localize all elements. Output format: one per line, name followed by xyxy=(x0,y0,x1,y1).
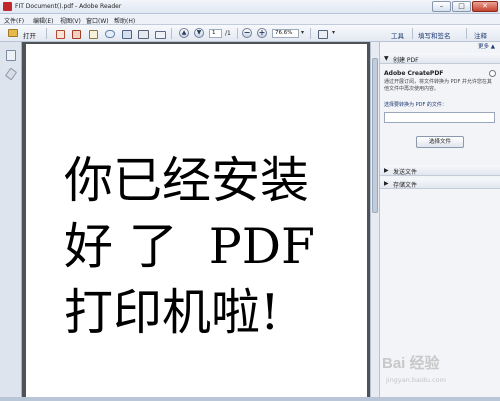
create-pdf-section-header[interactable]: ▼ 创建 PDF xyxy=(380,53,500,64)
toolbar-separator xyxy=(310,28,311,39)
document-line-3: 打印机啦! xyxy=(64,284,280,341)
menu-bar: 文件(F) 编辑(E) 视图(V) 窗口(W) 帮助(H) xyxy=(0,14,500,25)
more-link[interactable]: 更多 ▲ xyxy=(478,44,495,51)
maximize-button[interactable]: □ xyxy=(452,1,471,12)
title-bar: FIT Document().pdf - Adobe Reader – □ ✕ xyxy=(0,0,500,14)
pdf-page: 你已经安装 好 了 PDF 打印机啦! xyxy=(26,44,367,397)
page-number-input[interactable]: 1 xyxy=(209,29,222,38)
info-icon[interactable] xyxy=(489,70,496,77)
zoom-dropdown-icon[interactable]: ▾ xyxy=(301,29,304,36)
toolbar-separator xyxy=(237,28,238,39)
file-path-input[interactable] xyxy=(384,112,495,123)
baidu-logo: Bai 经验 xyxy=(382,355,440,372)
document-viewer[interactable]: 你已经安装 好 了 PDF 打印机啦! xyxy=(22,42,370,397)
menu-file[interactable]: 文件(F) xyxy=(4,16,24,25)
zoom-input[interactable]: 76.6% xyxy=(272,29,299,38)
plus-icon: + xyxy=(258,28,266,37)
toolbar-separator xyxy=(46,28,47,39)
select-file-button[interactable]: 选择文件 xyxy=(416,136,464,148)
open-label: 打开 xyxy=(23,32,36,40)
menu-view[interactable]: 视图(V) xyxy=(60,16,81,25)
open-button[interactable]: 打开 xyxy=(6,27,42,40)
vertical-scrollbar[interactable] xyxy=(370,42,379,397)
baidu-watermark: Bai 经验 jingyan.baidu.com xyxy=(382,352,497,392)
toolbar-separator xyxy=(412,28,413,39)
expand-arrow-icon: ▶ xyxy=(384,167,389,174)
arrow-up-icon: ▲ xyxy=(181,29,187,36)
close-button[interactable]: ✕ xyxy=(472,1,498,12)
folder-icon xyxy=(8,29,18,37)
edit-pdf-icon[interactable] xyxy=(72,30,81,39)
page-thumbnails-icon[interactable] xyxy=(6,50,16,61)
status-bar xyxy=(0,397,500,401)
store-files-section-header[interactable]: ▶ 存储文件 xyxy=(380,178,500,189)
print-icon[interactable] xyxy=(138,30,149,39)
watermark-url: jingyan.baidu.com xyxy=(386,376,446,384)
service-name: Adobe CreatePDF xyxy=(384,70,444,77)
minimize-button[interactable]: – xyxy=(432,1,451,12)
view-options-dropdown-icon[interactable]: ▾ xyxy=(332,29,335,36)
cloud-icon[interactable] xyxy=(105,30,115,38)
toolbar: 打开 ▲ ▼ 1 /1 − + 76.6% ▾ ▾ 工具 填写和签名 注释 xyxy=(0,25,500,42)
minus-icon: − xyxy=(243,28,251,37)
window-title: FIT Document().pdf - Adobe Reader xyxy=(15,3,122,10)
document-line-2: 好 了 PDF xyxy=(64,218,315,275)
zoom-out-button[interactable]: − xyxy=(242,28,252,38)
create-pdf-icon[interactable] xyxy=(56,30,65,39)
toolbar-separator xyxy=(171,28,172,39)
expand-arrow-icon: ▶ xyxy=(384,180,389,187)
create-pdf-header: 创建 PDF xyxy=(393,57,419,64)
navigation-pane xyxy=(0,42,22,397)
page-total: /1 xyxy=(225,30,231,37)
previous-page-button[interactable]: ▲ xyxy=(179,28,189,38)
scrollbar-thumb[interactable] xyxy=(372,58,378,213)
document-line-1: 你已经安装 xyxy=(64,152,310,209)
tab-tools[interactable]: 工具 xyxy=(391,30,404,40)
arrow-down-icon: ▼ xyxy=(196,29,202,36)
service-description: 通过开展订阅，将文件转换为 PDF 并允许您在其他文件中再次使用内容。 xyxy=(384,79,492,92)
save-icon[interactable] xyxy=(122,30,132,39)
toolbar-separator xyxy=(466,28,467,39)
fit-page-icon[interactable] xyxy=(318,30,328,39)
attachment-icon[interactable] xyxy=(4,67,18,81)
next-page-button[interactable]: ▼ xyxy=(194,28,204,38)
tab-fill-sign[interactable]: 填写和签名 xyxy=(418,30,451,40)
collapse-arrow-icon: ▼ xyxy=(384,55,389,62)
zoom-in-button[interactable]: + xyxy=(257,28,267,38)
menu-edit[interactable]: 编辑(E) xyxy=(33,16,53,25)
select-file-label: 选择要转换为 PDF 的文件： xyxy=(384,102,447,108)
sign-icon[interactable] xyxy=(89,30,98,39)
tools-panel: 更多 ▲ ▼ 创建 PDF Adobe CreatePDF 通过开展订阅，将文件… xyxy=(379,42,500,397)
tab-comment[interactable]: 注释 xyxy=(474,30,487,40)
send-files-section-header[interactable]: ▶ 发送文件 xyxy=(380,165,500,176)
menu-window[interactable]: 窗口(W) xyxy=(86,16,109,25)
send-files-header: 发送文件 xyxy=(393,169,418,176)
adobe-reader-icon xyxy=(3,2,12,11)
menu-help[interactable]: 帮助(H) xyxy=(114,16,135,25)
store-files-header: 存储文件 xyxy=(393,182,418,189)
email-icon[interactable] xyxy=(155,31,166,39)
